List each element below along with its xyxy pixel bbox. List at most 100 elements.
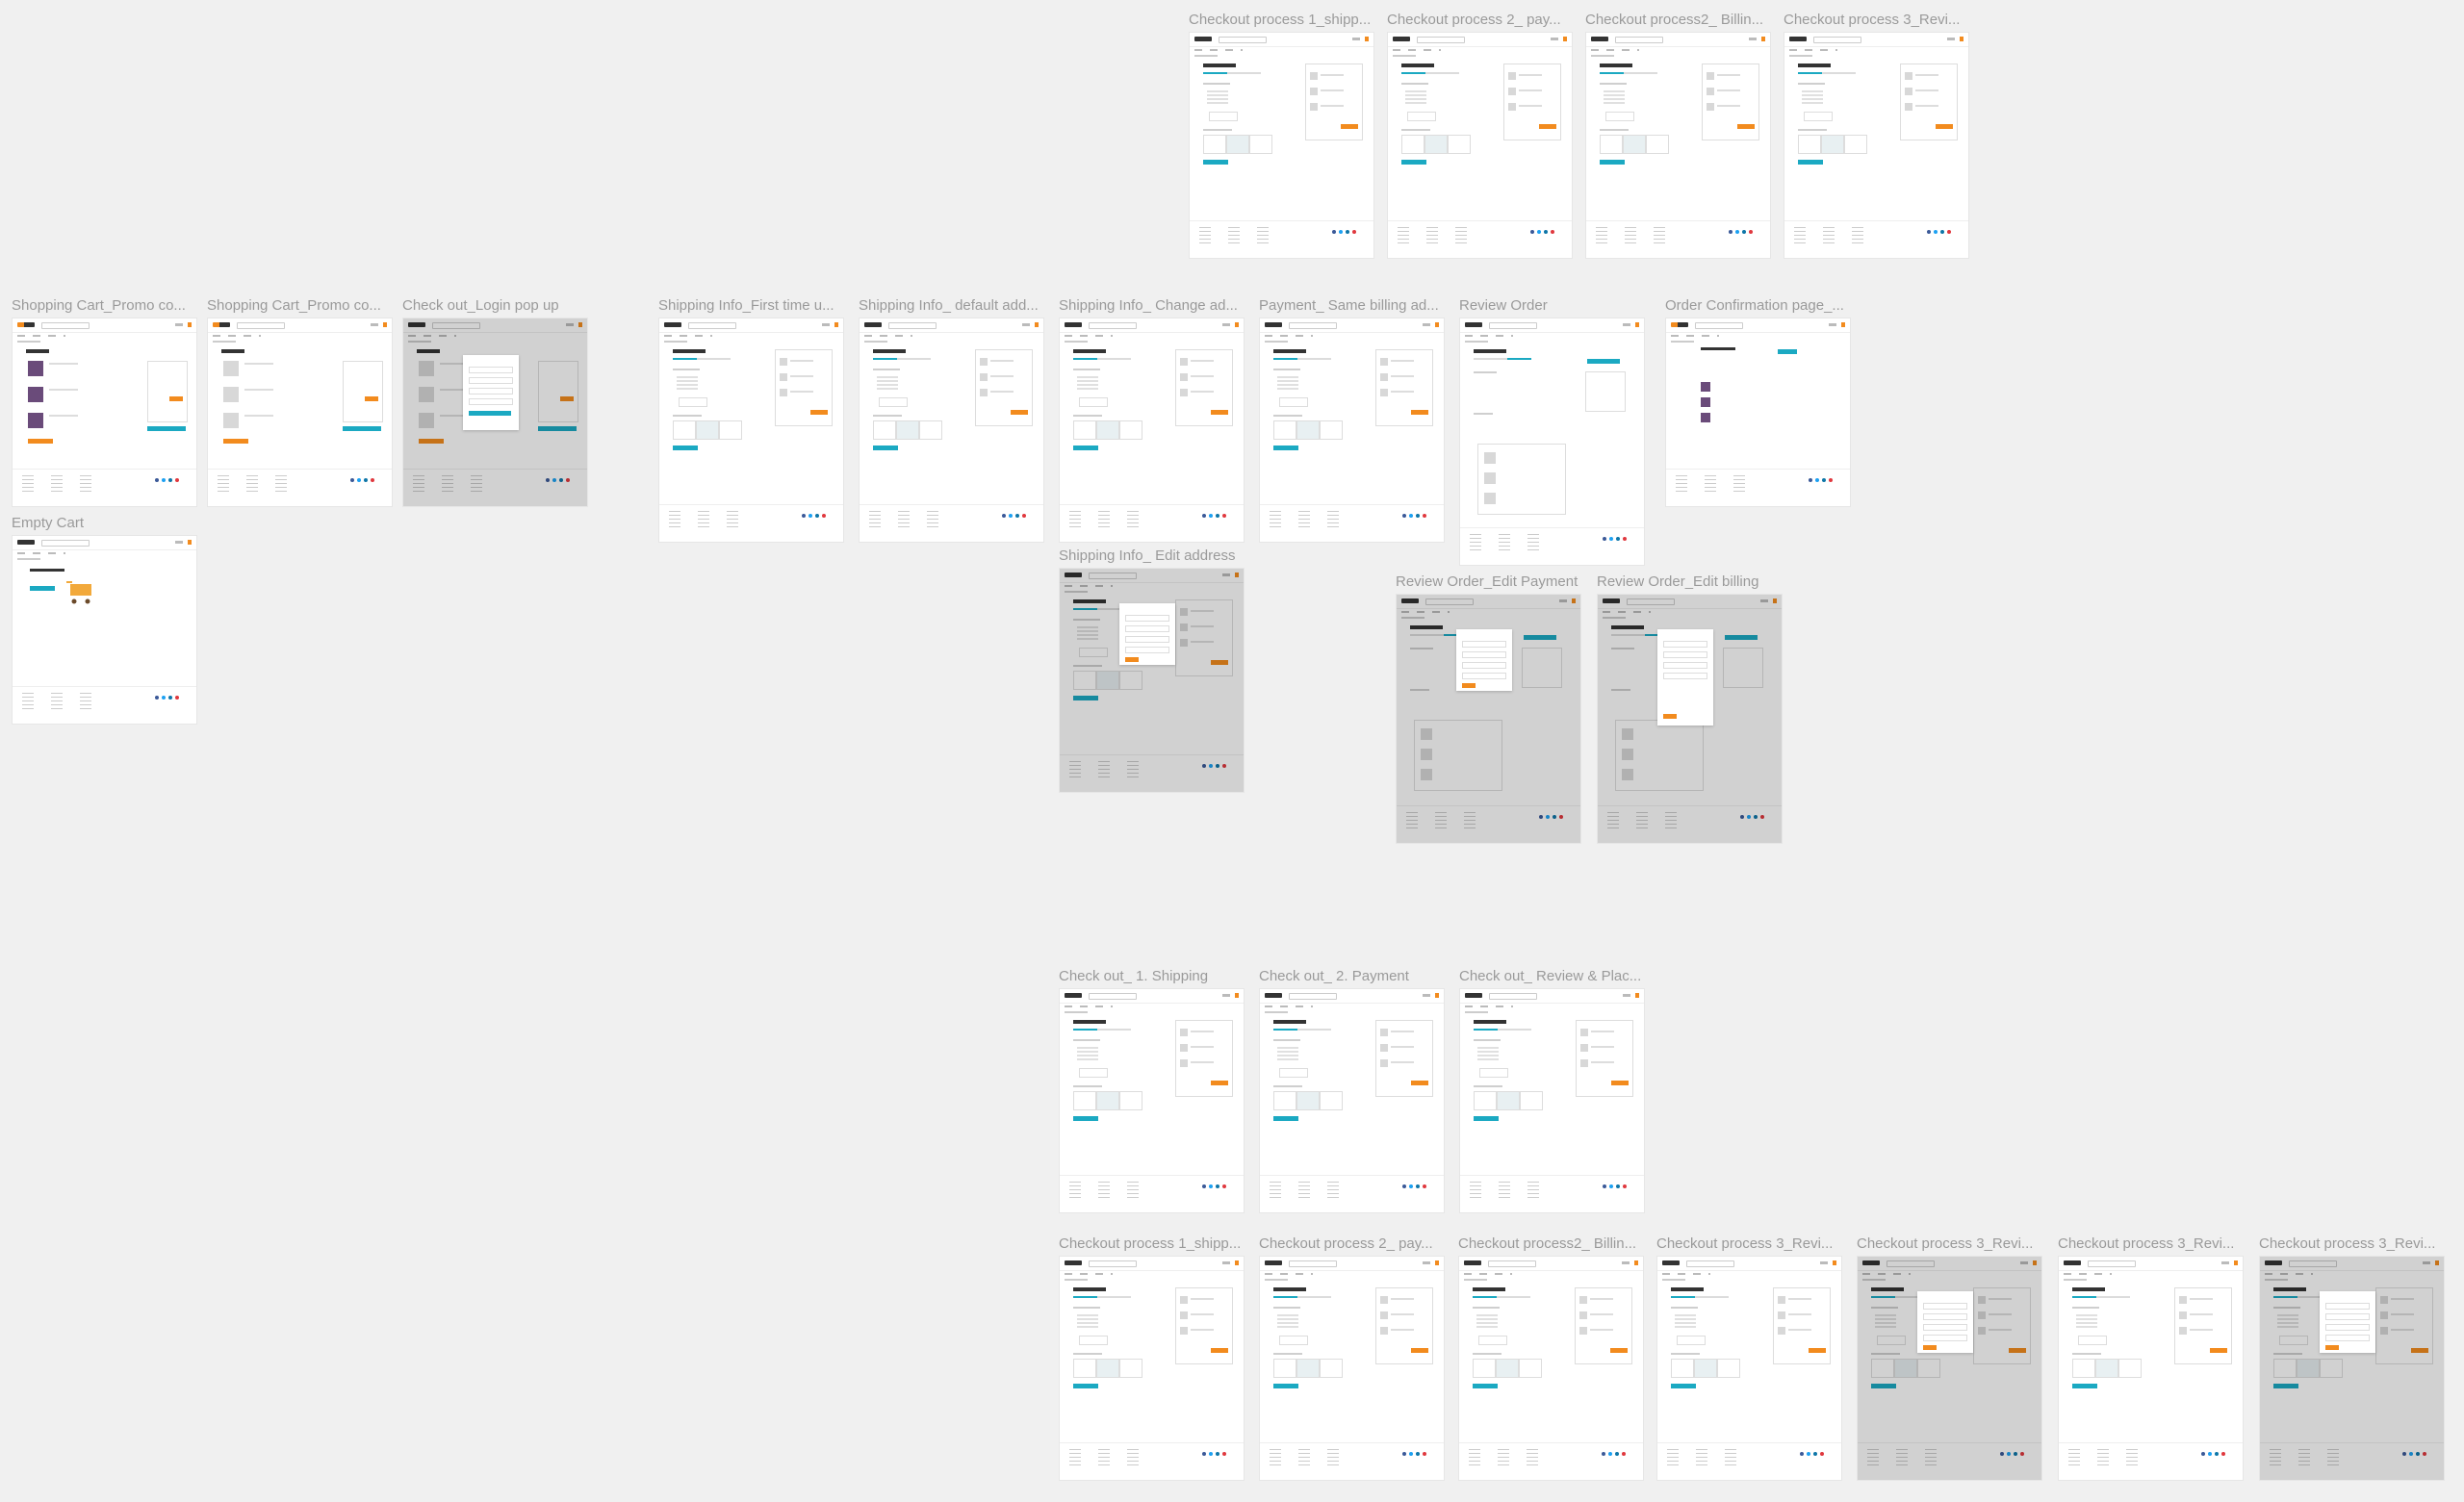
frame-f10[interactable]: Shipping Info_ default add... [859, 297, 1044, 543]
frame-f15[interactable]: Shipping Info_ Edit address [1059, 547, 1245, 793]
continue-button [1671, 1384, 1696, 1388]
checkout-progress [1073, 1296, 1131, 1298]
youtube-icon [1222, 1184, 1226, 1188]
breadcrumb [1465, 341, 1488, 343]
frame-title[interactable]: Checkout process 2_ pay... [1259, 1235, 1445, 1252]
product-thumb [1180, 389, 1188, 396]
frame-title[interactable]: Payment_ Same billing ad... [1259, 297, 1445, 314]
frame-f26[interactable]: Checkout process 3_Revi... [2058, 1235, 2244, 1481]
nav-links [1393, 49, 1441, 51]
product-image [419, 361, 434, 376]
frame-title[interactable]: Review Order [1459, 297, 1645, 314]
site-header [208, 318, 392, 333]
frame-f21[interactable]: Checkout process 1_shipp... [1059, 1235, 1245, 1481]
login-button [469, 411, 511, 416]
product-name [990, 391, 1014, 393]
site-header [1459, 1257, 1643, 1271]
frame-title[interactable]: Check out_ Review & Plac... [1459, 968, 1645, 984]
frame-f9[interactable]: Shipping Info_First time u... [658, 297, 844, 543]
artboard [2259, 1256, 2445, 1481]
frame-title[interactable]: Check out_ 1. Shipping [1059, 968, 1245, 984]
frame-f23[interactable]: Checkout process2_ Billin... [1458, 1235, 1644, 1481]
frame-f7[interactable]: Check out_Login pop up [402, 297, 588, 507]
frame-f14[interactable]: Order Confirmation page_... [1665, 297, 1851, 507]
site-header [860, 318, 1043, 333]
frame-f25[interactable]: Checkout process 3_Revi... [1857, 1235, 2042, 1481]
apply-button [1809, 1348, 1826, 1353]
facebook-icon [1202, 1452, 1206, 1456]
frame-f24[interactable]: Checkout process 3_Revi... [1656, 1235, 1842, 1481]
frame-title[interactable]: Order Confirmation page_... [1665, 297, 1851, 314]
product-thumb [1180, 639, 1188, 647]
frame-f11[interactable]: Shipping Info_ Change ad... [1059, 297, 1245, 543]
modal-field [469, 377, 513, 384]
frame-f19[interactable]: Check out_ 2. Payment [1259, 968, 1445, 1213]
section-heading [1273, 1085, 1302, 1087]
logo [1465, 322, 1482, 327]
frame-title[interactable]: Shipping Info_ Change ad... [1059, 297, 1245, 314]
frame-f8[interactable]: Empty Cart [12, 515, 197, 725]
frame-f16[interactable]: Review Order_Edit Payment [1396, 573, 1581, 844]
footer-column [51, 693, 63, 710]
frame-title[interactable]: Shipping Info_First time u... [658, 297, 844, 314]
logo [1603, 598, 1620, 603]
address-line [1077, 380, 1098, 382]
twitter-icon [1815, 478, 1819, 482]
frame-title[interactable]: Review Order_Edit billing [1597, 573, 1783, 590]
frame-f13[interactable]: Review Order [1459, 297, 1645, 566]
continue-button [873, 446, 898, 450]
frame-f27[interactable]: Checkout process 3_Revi... [2259, 1235, 2445, 1481]
frame-title[interactable]: Check out_Login pop up [402, 297, 588, 314]
shipping-method-card [1717, 1359, 1740, 1378]
frame-f18[interactable]: Check out_ 1. Shipping [1059, 968, 1245, 1213]
frame-title[interactable]: Shopping Cart_Promo co... [207, 297, 393, 314]
frame-f4[interactable]: Checkout process 3_Revi... [1784, 12, 1969, 259]
frame-title[interactable]: Review Order_Edit Payment [1396, 573, 1581, 590]
site-footer [1060, 504, 1244, 542]
frame-title[interactable]: Checkout process 3_Revi... [1784, 12, 1969, 28]
apply-button [2210, 1348, 2227, 1353]
frame-title[interactable]: Checkout process 3_Revi... [1656, 1235, 1842, 1252]
product-thumb [2179, 1296, 2187, 1304]
product-name [1717, 89, 1740, 91]
frame-f22[interactable]: Checkout process 2_ pay... [1259, 1235, 1445, 1481]
footer-column [1398, 227, 1409, 244]
frame-title[interactable]: Checkout process 3_Revi... [2058, 1235, 2244, 1252]
address-line [2277, 1326, 2298, 1328]
frame-title[interactable]: Empty Cart [12, 515, 197, 531]
frame-title[interactable]: Shipping Info_ default add... [859, 297, 1044, 314]
frame-title[interactable]: Checkout process2_ Billin... [1585, 12, 1771, 28]
footer-column [698, 511, 709, 528]
footer-column [1527, 1449, 1538, 1466]
frame-f2[interactable]: Checkout process 2_ pay... [1387, 12, 1573, 259]
frame-f5[interactable]: Shopping Cart_Promo co... [12, 297, 197, 507]
frame-title[interactable]: Check out_ 2. Payment [1259, 968, 1445, 984]
frame-title[interactable]: Checkout process2_ Billin... [1458, 1235, 1644, 1252]
frame-title[interactable]: Checkout process 3_Revi... [1857, 1235, 2042, 1252]
logo [1393, 37, 1410, 41]
frame-f12[interactable]: Payment_ Same billing ad... [1259, 297, 1445, 543]
frame-title[interactable]: Checkout process 1_shipp... [1059, 1235, 1245, 1252]
frame-f20[interactable]: Check out_ Review & Plac... [1459, 968, 1645, 1213]
add-address-button [879, 397, 908, 407]
site-header [2059, 1257, 2243, 1271]
breadcrumb [1591, 55, 1614, 57]
frame-f1[interactable]: Checkout process 1_shipp... [1189, 12, 1374, 259]
frame-title[interactable]: Shopping Cart_Promo co... [12, 297, 197, 314]
facebook-icon [155, 696, 159, 700]
product-name [1191, 610, 1214, 612]
frame-f17[interactable]: Review Order_Edit billing [1597, 573, 1783, 844]
account-icon [175, 541, 183, 544]
frame-title[interactable]: Shipping Info_ Edit address [1059, 547, 1245, 564]
frame-f6[interactable]: Shopping Cart_Promo co... [207, 297, 393, 507]
footer-column [442, 475, 453, 493]
frame-title[interactable]: Checkout process 1_shipp... [1189, 12, 1374, 28]
frame-title[interactable]: Checkout process 2_ pay... [1387, 12, 1573, 28]
frame-f3[interactable]: Checkout process2_ Billin... [1585, 12, 1771, 259]
section-heading [1600, 129, 1629, 131]
address-line [1277, 1322, 1298, 1324]
frame-title[interactable]: Checkout process 3_Revi... [2259, 1235, 2445, 1252]
footer-column [2327, 1449, 2339, 1466]
shipping-method-card [1073, 671, 1096, 690]
address-line [877, 384, 898, 386]
